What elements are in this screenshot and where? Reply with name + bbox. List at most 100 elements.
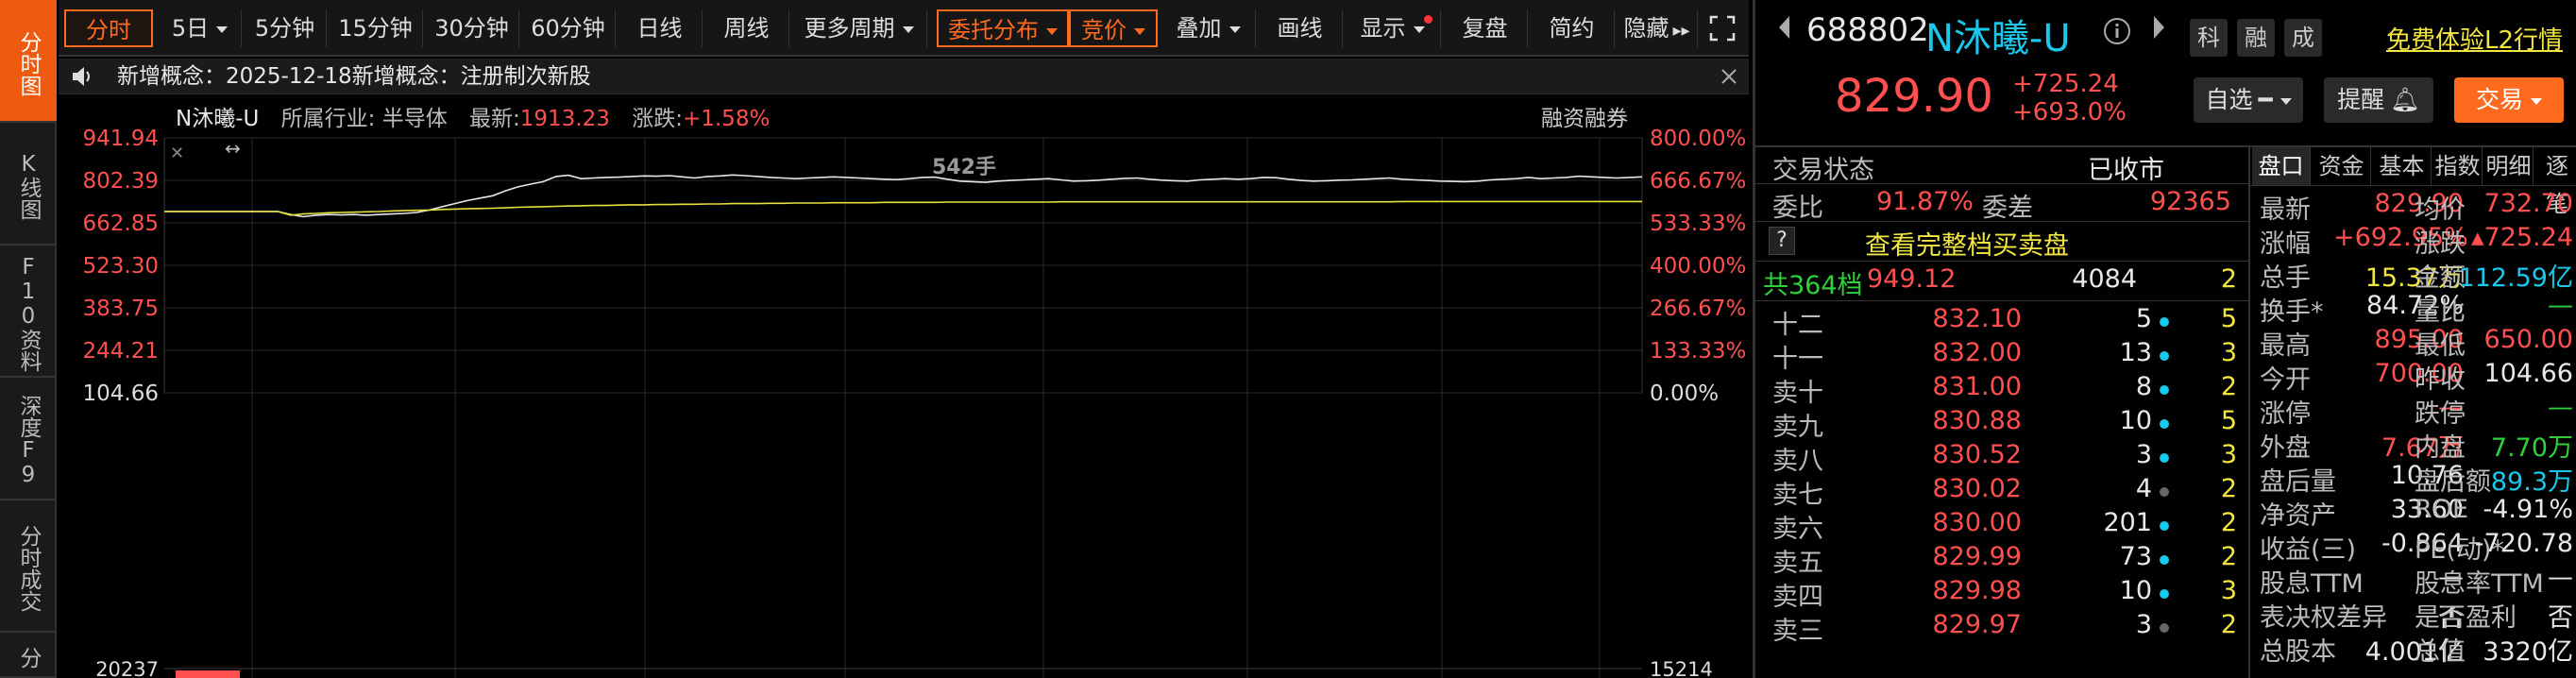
total-levels-cnt: 2 (2220, 264, 2237, 294)
draw-line-button[interactable]: 画线 (1258, 9, 1343, 47)
stat-label: 最高 (2260, 331, 2311, 361)
tag-cheng: 成 (2284, 19, 2322, 57)
tab-zhishu[interactable]: 指数 (2433, 147, 2483, 185)
y-tick-right: 133.33% (1650, 339, 1746, 364)
close-x-icon: ✕ (170, 144, 184, 163)
level-volume: 3 (2135, 440, 2152, 469)
period-toolbar: 分时 5日 5分钟 15分钟 30分钟 60分钟 日线 周线 更多周期 委托分布… (59, 0, 1749, 57)
left-view-tabs: 分时图 K线图 F10资料 深度F9 分时成交 分 (0, 0, 57, 678)
level-price: 830.88 (1932, 406, 2022, 435)
display-button[interactable]: 显示 (1345, 9, 1441, 47)
volume-bar (176, 670, 240, 678)
level-count: 2 (2220, 474, 2237, 503)
level-price: 831.00 (1932, 372, 2022, 401)
weibi-label: 委比 (1772, 194, 1823, 223)
trade-button[interactable]: 交易 (2454, 77, 2564, 123)
change-label: 涨跌: (632, 107, 683, 131)
volume-annotation: 542手 (932, 156, 996, 179)
intraday-chart[interactable]: 941.94 800.00% 802.39 666.67% 662.85 533.33% 5… (59, 94, 1749, 678)
tab-more-periods[interactable]: 更多周期 (791, 9, 927, 47)
level-label: 卖九 (1772, 413, 1823, 442)
stat-value: — (2548, 393, 2573, 422)
tab-pankou[interactable]: 盘口 (2252, 147, 2311, 185)
stat-value: ▴725.24 (2470, 223, 2573, 252)
stat-label: 换手* (2260, 297, 2324, 327)
stock-name: N沐曦-U (1925, 17, 2071, 60)
weicha-value: 92365 (2150, 187, 2231, 216)
vtab-trades[interactable]: 分时成交 (0, 500, 57, 633)
fullscreen-icon[interactable] (1703, 9, 1741, 47)
avg-price-line (164, 200, 1642, 216)
level-label: 卖三 (1772, 617, 1823, 646)
resize-arrow-icon: ↔ (225, 137, 241, 160)
tab-zhubi[interactable]: 逐笔 (2535, 147, 2576, 217)
stock-code: 688802 (1806, 11, 1929, 49)
tag-kechuang: 科 (2190, 19, 2228, 57)
tab-15min[interactable]: 15分钟 (329, 9, 423, 47)
level-count: 2 (2220, 542, 2237, 571)
level-price: 830.52 (1932, 440, 2022, 469)
y-tick-right: 266.67% (1650, 297, 1746, 321)
stat-value: -4.91% (2483, 495, 2573, 524)
tab-30min[interactable]: 30分钟 (425, 9, 519, 47)
help-icon[interactable]: ? (1769, 227, 1795, 255)
vtab-f10[interactable]: F10资料 (0, 246, 57, 378)
tab-5min[interactable]: 5分钟 (244, 9, 327, 47)
vtab-fenshi[interactable]: 分时图 (0, 0, 57, 123)
latest-value: 1913.23 (519, 107, 610, 131)
order-distribution-button[interactable]: 委托分布 (937, 9, 1069, 47)
watchlist-button[interactable]: 自选 ━ (2194, 77, 2303, 123)
stat-label: 最新 (2260, 195, 2311, 225)
tab-5day[interactable]: 5日 (159, 9, 242, 47)
alert-button[interactable]: 提醒 🔔︎ (2324, 77, 2433, 123)
stat-value: 3320亿 (2483, 637, 2573, 667)
bell-icon: 🔔︎ (2390, 86, 2420, 113)
tab-weekly[interactable]: 周线 (704, 9, 789, 47)
stat-label: 总手 (2260, 263, 2311, 293)
l2-link[interactable]: 免费体验L2行情 (2386, 21, 2563, 56)
tab-daily[interactable]: 日线 (618, 9, 703, 47)
app-window: 分时图 K线图 F10资料 深度F9 分时成交 分 分时 5日 5分钟 15分钟… (0, 0, 2576, 678)
concept-notice-bar: 新增概念：2025-12-18新增概念：注册制次新股 (59, 59, 1749, 94)
level-volume: 4 (2135, 474, 2152, 503)
level-dot (2160, 555, 2169, 565)
tab-jiben[interactable]: 基本 (2373, 147, 2432, 185)
total-levels-label: 共364档 (1763, 271, 1863, 300)
level-volume: 73 (2119, 542, 2152, 571)
level-label: 卖十 (1772, 379, 1823, 408)
level-volume: 13 (2119, 338, 2152, 367)
info-icon[interactable] (2103, 17, 2131, 49)
prev-stock-icon[interactable] (1776, 13, 1793, 45)
tab-fenshi[interactable]: 分时 (64, 9, 153, 47)
margin-trading-label[interactable]: 融资融券 (1541, 100, 1628, 132)
level-count: 3 (2220, 338, 2237, 367)
y-tick-left: 244.21 (83, 339, 159, 364)
notice-text: 新增概念：2025-12-18新增概念：注册制次新股 (117, 64, 591, 89)
level-volume: 10 (2119, 576, 2152, 605)
simple-button[interactable]: 简约 (1530, 9, 1615, 47)
vtab-kline[interactable]: K线图 (0, 123, 57, 246)
chart-header: N沐曦-U 所属行业: 半导体 最新:1913.23 涨跌:+1.58% (176, 100, 770, 132)
y-tick-right: 400.00% (1650, 254, 1746, 279)
level-dot (2160, 385, 2169, 395)
hide-button[interactable]: 隐藏 ▸▸ (1617, 9, 1698, 47)
tab-zijin[interactable]: 资金 (2313, 147, 2371, 185)
next-stock-icon[interactable] (2150, 13, 2167, 45)
y-tick-right: 800.00% (1650, 127, 1746, 151)
level-volume: 201 (2103, 508, 2152, 537)
replay-button[interactable]: 复盘 (1443, 9, 1528, 47)
vtab-depth[interactable]: 深度F9 (0, 378, 57, 500)
auction-button[interactable]: 竞价 (1069, 9, 1158, 47)
vtab-more[interactable]: 分 (0, 633, 57, 678)
trade-status-value: 已收市 (2088, 156, 2164, 185)
tab-mingxi[interactable]: 明细 (2484, 147, 2534, 185)
full-book-link[interactable]: 查看完整档买卖盘 (1865, 225, 2069, 262)
level-dot (2160, 351, 2169, 361)
level-price: 830.00 (1932, 508, 2022, 537)
stat-label: 净资产 (2260, 501, 2336, 531)
tab-60min[interactable]: 60分钟 (521, 9, 616, 47)
stat-label: 总股本 (2260, 637, 2336, 667)
stat-value: 89.3万 (2490, 467, 2573, 497)
volume-tick-right: 15214 (1650, 658, 1713, 678)
overlay-button[interactable]: 叠加 (1161, 9, 1256, 47)
